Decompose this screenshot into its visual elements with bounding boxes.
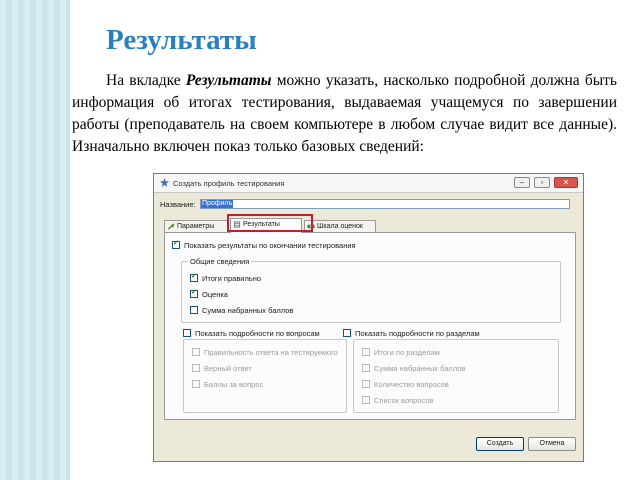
para-before: На вкладке: [106, 72, 186, 89]
by-section-item-count[interactable]: Количество вопросов: [362, 380, 449, 389]
by-question-item-points[interactable]: Баллы за вопрос: [192, 380, 263, 389]
slide-title: Результаты: [106, 24, 257, 56]
general-info-title: Общие сведения: [188, 257, 252, 266]
general-item-grade[interactable]: Оценка: [190, 288, 228, 299]
dialog-title: Создать профиль тестирования: [173, 179, 285, 188]
by-section-group: Итоги по разделам Сумма набранных баллов…: [353, 339, 559, 413]
by-question-group: Правильность ответа на тестируемого Верн…: [183, 339, 347, 413]
para-tab-name: Результаты: [185, 72, 272, 89]
name-label: Название:: [160, 200, 196, 209]
by-question-item-correctness[interactable]: Правильность ответа на тестируемого: [192, 348, 338, 357]
wrench-icon: [167, 223, 175, 230]
create-profile-dialog: Создать профиль тестирования – ▫ ✕ Назва…: [153, 173, 584, 462]
by-section-item-totals[interactable]: Итоги по разделам: [362, 348, 440, 357]
by-question-item-answer[interactable]: Верный ответ: [192, 364, 252, 373]
general-item-totals[interactable]: Итоги правильно: [190, 272, 261, 283]
close-button[interactable]: ✕: [554, 177, 578, 188]
maximize-button[interactable]: ▫: [534, 177, 550, 188]
general-info-group: Общие сведения Итоги правильно Оценка Су…: [181, 257, 561, 323]
results-panel: Показать результаты по окончании тестиро…: [164, 232, 576, 420]
by-question-checkbox[interactable]: Показать подробности по вопросам: [183, 329, 320, 338]
general-item-points[interactable]: Сумма набранных баллов: [190, 306, 293, 315]
decorative-side-strip: [0, 0, 70, 480]
name-value: Профиль: [201, 200, 234, 208]
tab-parameters[interactable]: Параметры: [164, 220, 228, 232]
by-section-item-points[interactable]: Сумма набранных баллов: [362, 364, 465, 373]
checkbox-box: [172, 239, 180, 249]
by-section-checkbox[interactable]: Показать подробности по разделам: [343, 329, 480, 338]
results-tab-highlight: [227, 214, 313, 232]
dialog-titlebar[interactable]: Создать профиль тестирования – ▫ ✕: [154, 174, 583, 193]
show-results-checkbox[interactable]: Показать результаты по окончании тестиро…: [172, 239, 356, 250]
tab-strip: Параметры Результаты Шкала оценок: [164, 218, 574, 233]
by-section-item-list[interactable]: Список вопросов: [362, 396, 434, 405]
name-field[interactable]: [200, 199, 570, 209]
minimize-button[interactable]: –: [514, 177, 530, 188]
tab-scale[interactable]: Шкала оценок: [304, 220, 376, 232]
slide-paragraph: На вкладке Результаты можно указать, нас…: [72, 70, 617, 158]
app-star-icon: [160, 178, 169, 187]
cancel-button[interactable]: Отмена: [528, 437, 576, 451]
create-button[interactable]: Создать: [476, 437, 524, 451]
